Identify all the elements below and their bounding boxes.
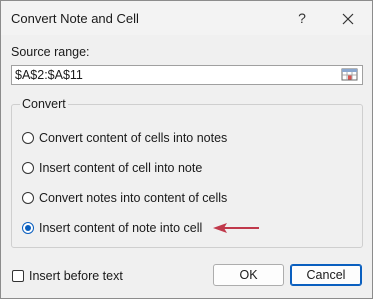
option-label: Insert content of cell into note xyxy=(39,161,203,175)
highlight-arrow-icon xyxy=(213,223,259,233)
ok-button[interactable]: OK xyxy=(213,264,284,286)
source-range-input[interactable] xyxy=(15,67,333,83)
source-range-label: Source range: xyxy=(11,45,90,59)
close-button[interactable] xyxy=(335,7,361,29)
range-select-icon xyxy=(341,68,358,81)
cancel-button[interactable]: Cancel xyxy=(290,264,362,286)
title-bar: Convert Note and Cell ? xyxy=(1,1,372,35)
radio-cell-into-note[interactable] xyxy=(22,162,34,174)
convert-group: Convert Convert content of cells into no… xyxy=(11,97,363,248)
option-cell-into-note[interactable]: Insert content of cell into note xyxy=(22,159,202,177)
source-range-field xyxy=(11,65,363,85)
option-cells-to-notes[interactable]: Convert content of cells into notes xyxy=(22,129,227,147)
range-select-button[interactable] xyxy=(340,67,360,83)
dialog-title: Convert Note and Cell xyxy=(11,11,139,26)
insert-before-text-label: Insert before text xyxy=(29,269,123,283)
convert-note-dialog: Convert Note and Cell ? Source range: Co… xyxy=(0,0,373,299)
radio-note-into-cell[interactable] xyxy=(22,222,34,234)
radio-notes-to-cells[interactable] xyxy=(22,192,34,204)
insert-before-text-option[interactable]: Insert before text xyxy=(12,268,123,284)
option-label: Insert content of note into cell xyxy=(39,221,203,235)
radio-cells-to-notes[interactable] xyxy=(22,132,34,144)
help-button[interactable]: ? xyxy=(289,7,315,29)
insert-before-text-checkbox[interactable] xyxy=(12,270,24,282)
option-label: Convert content of cells into notes xyxy=(39,131,228,145)
option-label: Convert notes into content of cells xyxy=(39,191,228,205)
close-icon xyxy=(342,13,354,25)
option-note-into-cell[interactable]: Insert content of note into cell xyxy=(22,219,202,237)
convert-group-legend: Convert xyxy=(20,97,68,111)
option-notes-to-cells[interactable]: Convert notes into content of cells xyxy=(22,189,227,207)
